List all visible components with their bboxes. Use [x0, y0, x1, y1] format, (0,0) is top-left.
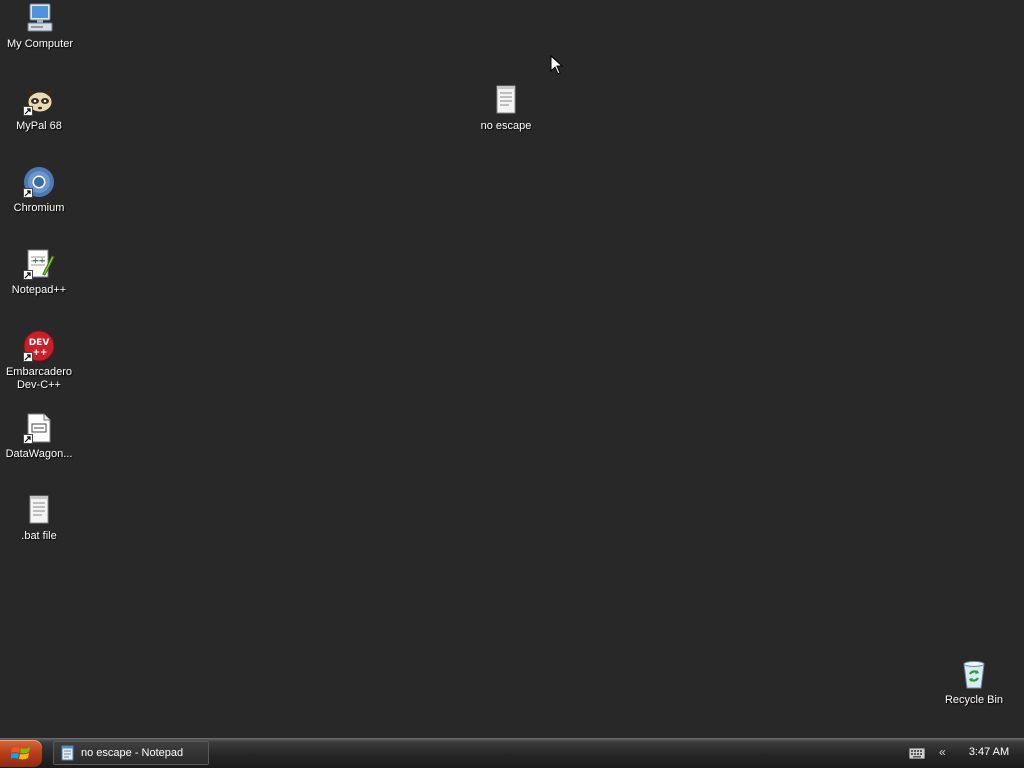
start-button[interactable] [0, 740, 42, 767]
mypal-browser-icon [23, 84, 55, 116]
chromium-icon [23, 166, 55, 198]
svg-text:++: ++ [32, 348, 47, 358]
computer-icon [24, 2, 56, 34]
desktop-icon-no-escape[interactable]: no escape [466, 84, 546, 133]
desktop-icon-label: DataWagon... [5, 448, 73, 460]
datawagon-icon [23, 412, 55, 444]
recycle-bin-icon [958, 658, 990, 690]
taskbar: no escape - Notepad « 3:47 AM [0, 738, 1024, 768]
desktop-icon-datawagon[interactable]: DataWagon... [0, 412, 79, 461]
desktop-icon-label: .bat file [21, 530, 57, 542]
desktop-icon-devcpp[interactable]: DEV ++ Embarcadero Dev-C++ [0, 330, 79, 392]
text-file-icon [490, 84, 522, 116]
desktop-icon-label: My Computer [6, 38, 74, 50]
desktop-icon-bat-file[interactable]: .bat file [0, 494, 79, 543]
svg-text:++: ++ [32, 256, 45, 265]
desktop-icon-label: Chromium [13, 202, 65, 214]
svg-text:DEV: DEV [29, 338, 50, 348]
desktop-icon-recycle-bin[interactable]: Recycle Bin [934, 658, 1014, 707]
keyboard-icon[interactable] [909, 747, 925, 759]
desktop-icon-label: Recycle Bin [944, 694, 1004, 706]
notepadpp-icon: ++ [23, 248, 55, 280]
shortcut-arrow-icon [23, 434, 33, 444]
clock[interactable]: 3:47 AM [962, 746, 1016, 758]
taskbar-button-label: no escape - Notepad [81, 747, 184, 759]
mouse-pointer-icon [550, 55, 564, 75]
desktop[interactable]: My Computer MyPal 68 Chromium ++ Notepad… [0, 0, 1024, 738]
desktop-icon-label: no escape [480, 120, 532, 132]
desktop-icon-label: Embarcadero Dev-C++ [5, 366, 73, 391]
desktop-icon-notepadpp[interactable]: ++ Notepad++ [0, 248, 79, 297]
desktop-icon-chromium[interactable]: Chromium [0, 166, 79, 215]
shortcut-arrow-icon [23, 106, 33, 116]
shortcut-arrow-icon [23, 352, 33, 362]
desktop-icon-my-computer[interactable]: My Computer [0, 2, 80, 51]
desktop-icon-mypal[interactable]: MyPal 68 [0, 84, 79, 133]
shortcut-arrow-icon [23, 270, 33, 280]
notepad-icon [60, 745, 76, 761]
desktop-icon-label: Notepad++ [11, 284, 67, 296]
text-file-icon [23, 494, 55, 526]
devcpp-icon: DEV ++ [23, 330, 55, 362]
taskbar-button-notepad[interactable]: no escape - Notepad [53, 741, 209, 765]
show-hidden-icons-button[interactable]: « [939, 745, 946, 759]
shortcut-arrow-icon [23, 188, 33, 198]
windows-logo-icon [11, 746, 30, 759]
desktop-icon-label: MyPal 68 [16, 120, 62, 132]
